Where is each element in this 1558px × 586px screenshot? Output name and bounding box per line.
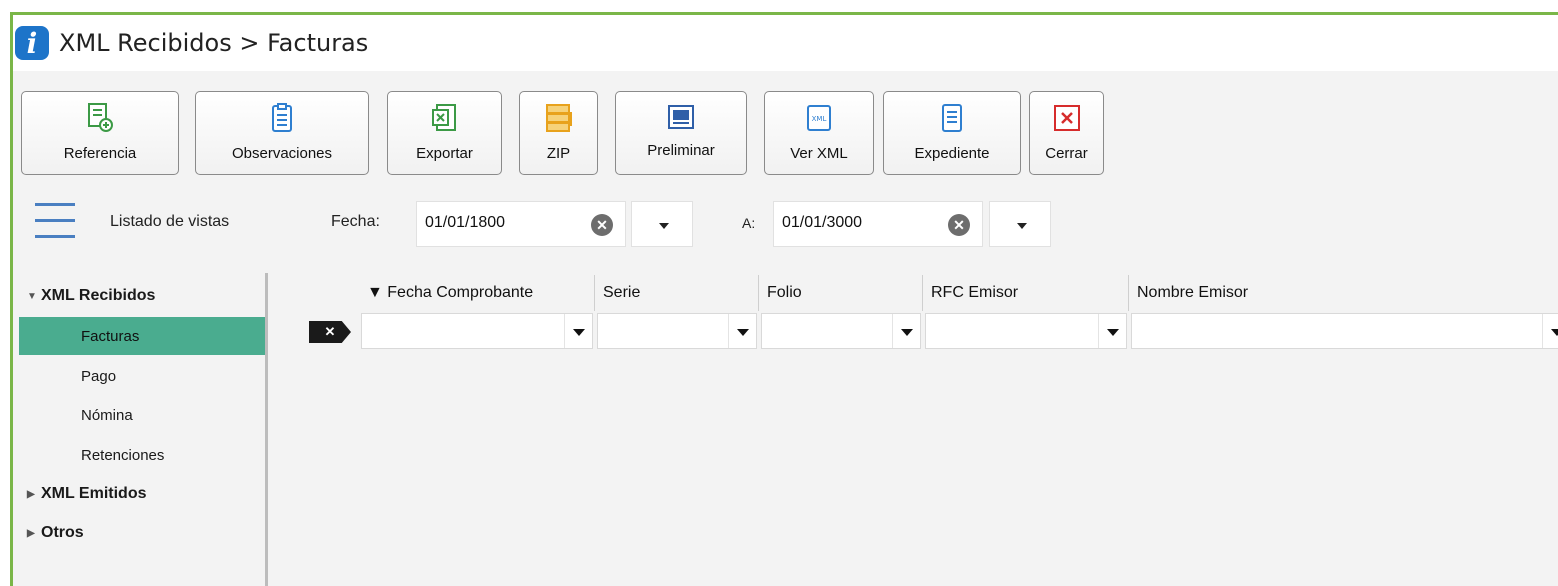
filter-bar: Listado de vistas Fecha: 01/01/1800 ✕ A:… xyxy=(13,191,1558,261)
column-header-folio[interactable]: Folio xyxy=(759,275,923,311)
xml-file-icon: XML xyxy=(807,105,831,131)
zip-button[interactable]: ZIP xyxy=(519,91,598,175)
date-from-label: Fecha: xyxy=(331,213,380,230)
ver-xml-label: Ver XML xyxy=(790,145,848,162)
filter-nombre-emisor[interactable] xyxy=(1131,313,1558,349)
preview-window-icon xyxy=(668,105,694,129)
svg-text:XML: XML xyxy=(812,115,827,123)
filter-folio[interactable] xyxy=(761,313,921,349)
tree-item-nomina[interactable]: Nómina xyxy=(19,396,265,434)
filter-fecha-comprobante[interactable] xyxy=(361,313,593,349)
close-icon xyxy=(1053,105,1080,131)
tree-item-label: Facturas xyxy=(81,327,140,345)
clipboard-icon xyxy=(272,103,292,132)
pane-splitter[interactable] xyxy=(265,273,283,586)
menu-icon[interactable] xyxy=(35,201,75,241)
expediente-label: Expediente xyxy=(914,145,990,162)
tree-group-xml-recibidos[interactable]: ▼ XML Recibidos xyxy=(19,277,265,315)
date-from-value: 01/01/1800 xyxy=(425,214,506,231)
date-to-label: A: xyxy=(742,215,756,231)
navigation-tree: ▼ XML Recibidos Facturas Pago Nómina Ret… xyxy=(13,273,265,586)
info-icon: i xyxy=(15,26,49,60)
app-window: i XML Recibidos > Facturas Referencia Ob… xyxy=(10,12,1558,586)
column-header-nombre-emisor[interactable]: Nombre Emisor xyxy=(1129,275,1558,311)
ver-xml-button[interactable]: XML Ver XML xyxy=(764,91,874,175)
exportar-label: Exportar xyxy=(416,145,473,162)
tree-item-pago[interactable]: Pago xyxy=(19,357,265,395)
clear-date-to-icon[interactable]: ✕ xyxy=(948,214,970,236)
preliminar-label: Preliminar xyxy=(647,142,715,159)
chevron-down-icon[interactable] xyxy=(1542,314,1558,348)
tree-group-xml-emitidos[interactable]: ▶ XML Emitidos xyxy=(19,475,265,513)
date-from-field[interactable]: 01/01/1800 ✕ xyxy=(416,201,626,247)
clear-date-from-icon[interactable]: ✕ xyxy=(591,214,613,236)
expand-right-icon[interactable]: ▶ xyxy=(19,528,41,539)
preliminar-button[interactable]: Preliminar xyxy=(615,91,747,175)
column-header-fecha-comprobante[interactable]: ▼ Fecha Comprobante xyxy=(359,275,595,311)
date-to-dropdown[interactable] xyxy=(989,201,1051,247)
data-grid: ▼ Fecha Comprobante Serie Folio RFC Emis… xyxy=(283,273,1558,586)
reference-doc-icon xyxy=(88,103,113,132)
tree-item-label: Pago xyxy=(81,367,117,385)
clear-filter-icon[interactable]: ✕ xyxy=(309,321,351,343)
grid-filter-row xyxy=(359,311,1558,351)
tree-item-label: Nómina xyxy=(81,406,133,424)
tree-group-label: XML Emitidos xyxy=(41,485,147,502)
referencia-button[interactable]: Referencia xyxy=(21,91,179,175)
cerrar-button[interactable]: Cerrar xyxy=(1029,91,1104,175)
grid-header: ▼ Fecha Comprobante Serie Folio RFC Emis… xyxy=(359,275,1558,311)
filter-serie[interactable] xyxy=(597,313,757,349)
excel-export-icon xyxy=(431,104,456,131)
chevron-down-icon[interactable] xyxy=(564,314,592,348)
chevron-down-icon[interactable] xyxy=(892,314,920,348)
expediente-button[interactable]: Expediente xyxy=(883,91,1021,175)
tree-group-otros[interactable]: ▶ Otros xyxy=(19,514,265,552)
chevron-down-icon[interactable] xyxy=(1098,314,1126,348)
tree-item-label: Retenciones xyxy=(81,446,165,464)
date-to-value: 01/01/3000 xyxy=(782,214,863,231)
observaciones-label: Observaciones xyxy=(231,145,333,162)
column-header-rfc-emisor[interactable]: RFC Emisor xyxy=(923,275,1129,311)
expand-right-icon[interactable]: ▶ xyxy=(19,489,41,500)
tree-group-label: Otros xyxy=(41,524,84,541)
views-list-label[interactable]: Listado de vistas xyxy=(110,213,229,231)
tree-group-label: XML Recibidos xyxy=(41,287,156,304)
expand-down-icon[interactable]: ▼ xyxy=(19,291,41,302)
tree-item-facturas[interactable]: Facturas xyxy=(19,317,265,355)
work-area: Referencia Observaciones Exportar ZIP Pr… xyxy=(13,71,1558,586)
observaciones-button[interactable]: Observaciones xyxy=(195,91,369,175)
exportar-button[interactable]: Exportar xyxy=(387,91,502,175)
chevron-down-icon[interactable] xyxy=(728,314,756,348)
zip-stack-icon xyxy=(545,104,572,132)
filter-rfc-emisor[interactable] xyxy=(925,313,1127,349)
zip-label: ZIP xyxy=(546,145,571,162)
referencia-label: Referencia xyxy=(63,145,137,162)
date-from-dropdown[interactable] xyxy=(631,201,693,247)
column-header-serie[interactable]: Serie xyxy=(595,275,759,311)
window-title: XML Recibidos > Facturas xyxy=(59,29,369,57)
tree-item-retenciones[interactable]: Retenciones xyxy=(19,436,265,474)
cerrar-label: Cerrar xyxy=(1045,145,1088,162)
title-bar: i XML Recibidos > Facturas xyxy=(13,15,1558,71)
date-to-field[interactable]: 01/01/3000 ✕ xyxy=(773,201,983,247)
document-list-icon xyxy=(942,104,962,132)
